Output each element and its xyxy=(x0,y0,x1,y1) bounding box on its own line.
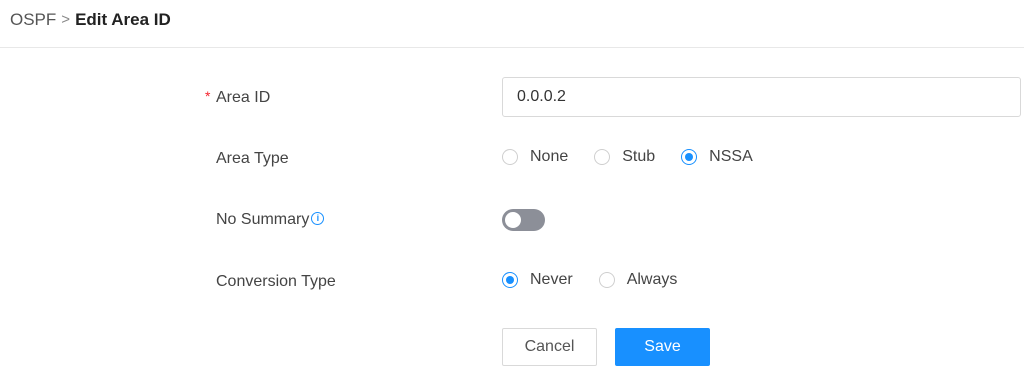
info-icon[interactable]: i xyxy=(311,212,325,226)
no-summary-label-text: No Summary xyxy=(216,211,310,228)
area-type-stub-label: Stub xyxy=(622,148,656,165)
area-id-input[interactable] xyxy=(502,77,1021,117)
no-summary-label: No Summary i xyxy=(216,210,325,230)
page-header: OSPF > Edit Area ID xyxy=(0,0,1024,48)
radio-circle-icon[interactable] xyxy=(594,149,611,165)
cancel-button[interactable]: Cancel xyxy=(502,328,597,366)
conversion-type-radio-group: Never Always xyxy=(502,271,703,289)
page-title: Edit Area ID xyxy=(75,10,171,29)
radio-circle-icon[interactable] xyxy=(598,272,615,288)
toggle-knob xyxy=(505,212,521,228)
breadcrumb-separator-icon: > xyxy=(61,11,71,28)
area-type-label: Area Type xyxy=(216,150,289,167)
no-summary-toggle[interactable] xyxy=(502,209,545,231)
breadcrumb-parent-ospf[interactable]: OSPF xyxy=(10,10,56,30)
area-id-label: Area ID xyxy=(216,89,271,106)
area-type-stub-radio[interactable]: Stub xyxy=(594,148,655,166)
radio-checked-icon[interactable] xyxy=(502,272,518,288)
area-type-none-label: None xyxy=(530,148,569,165)
required-marker: * xyxy=(205,88,211,104)
conversion-type-never-label: Never xyxy=(530,271,573,288)
area-type-radio-group: None Stub NSSA xyxy=(502,148,779,166)
breadcrumb: OSPF > Edit Area ID xyxy=(10,10,171,30)
area-type-nssa-label: NSSA xyxy=(709,148,753,165)
radio-checked-icon[interactable] xyxy=(681,149,698,165)
radio-circle-icon[interactable] xyxy=(502,149,518,165)
save-button[interactable]: Save xyxy=(615,328,710,366)
conversion-type-always-radio[interactable]: Always xyxy=(598,271,678,289)
conversion-type-label: Conversion Type xyxy=(216,273,336,290)
conversion-type-never-radio[interactable]: Never xyxy=(502,271,573,289)
area-type-nssa-radio[interactable]: NSSA xyxy=(681,148,753,166)
conversion-type-always-label: Always xyxy=(626,271,678,288)
area-type-none-radio[interactable]: None xyxy=(502,148,568,166)
